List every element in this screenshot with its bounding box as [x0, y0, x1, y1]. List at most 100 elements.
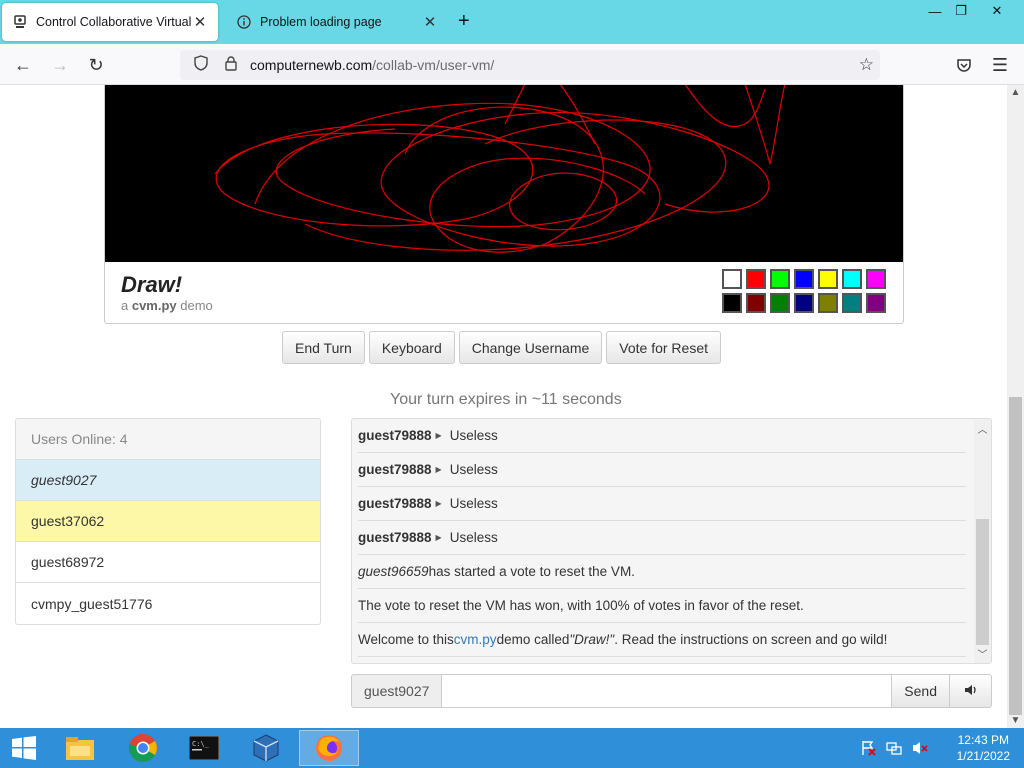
vm-panel: Draw! a cvm.py demo [104, 85, 904, 324]
user-list-item[interactable]: guest68972 [16, 542, 320, 583]
users-panel: Users Online: 4 guest9027 guest37062 gue… [15, 418, 321, 625]
color-swatch[interactable] [746, 293, 766, 313]
svg-text:C:\_: C:\_ [192, 740, 210, 748]
scroll-up-icon[interactable]: ▲ [1007, 87, 1024, 98]
chat-scrollbar[interactable]: ︿ ﹀ [974, 419, 991, 663]
windows-logo-icon [12, 736, 36, 760]
taskbar: C:\_ 12:43 PM 1/21/2022 [0, 728, 1024, 768]
keyboard-button[interactable]: Keyboard [368, 331, 455, 364]
page-scrollbar[interactable]: ▲ ▼ [1007, 85, 1024, 728]
start-button[interactable] [2, 730, 46, 766]
color-swatch[interactable] [770, 269, 790, 289]
system-message-vote-started: guest96659 has started a vote to reset t… [358, 555, 966, 589]
color-swatch[interactable] [818, 293, 838, 313]
chat-input[interactable] [442, 674, 892, 708]
user-list-item[interactable]: guest37062 [16, 501, 320, 542]
color-swatch[interactable] [794, 269, 814, 289]
new-tab-icon[interactable]: + [458, 10, 470, 33]
menu-icon[interactable]: ☰ [987, 52, 1013, 78]
cvm-py-link[interactable]: cvm.py [454, 632, 497, 647]
system-tray [860, 740, 928, 759]
close-window-icon[interactable]: ✕ [982, 0, 1012, 22]
lock-icon[interactable] [220, 55, 242, 75]
color-swatch[interactable] [866, 269, 886, 289]
back-icon[interactable]: ← [10, 52, 36, 78]
restore-icon[interactable]: ❐ [946, 0, 976, 22]
url-bar[interactable]: computernewb.com/collab-vm/user-vm/ ☆ [180, 50, 880, 80]
url-path: /collab-vm/user-vm/ [372, 57, 495, 73]
chat-username: guest79888 [358, 462, 432, 477]
color-swatch[interactable] [842, 293, 862, 313]
terminal-icon[interactable]: C:\_ [174, 730, 234, 766]
chat-text: Useless [449, 462, 498, 477]
close-tab-icon[interactable]: ✕ [422, 13, 438, 31]
color-swatch[interactable] [842, 269, 862, 289]
chat-message: guest79888 ▶ Useless [358, 521, 966, 555]
vm-favicon-icon [12, 14, 28, 30]
send-button[interactable]: Send [891, 674, 950, 708]
scroll-up-icon[interactable]: ︿ [974, 421, 991, 436]
scroll-down-icon[interactable]: ▼ [1007, 715, 1024, 726]
arrow-right-icon: ▶ [435, 499, 442, 508]
firefox-icon[interactable] [299, 730, 359, 766]
users-online-header: Users Online: 4 [16, 419, 320, 460]
chat-panel: guest79888 ▶ Useless guest79888 ▶ Useless gu… [351, 418, 992, 664]
chat-text: Useless [449, 496, 498, 511]
vm-button-row: End Turn Keyboard Change Username Vote f… [282, 331, 721, 364]
reload-icon[interactable]: ↻ [83, 52, 109, 78]
pocket-icon[interactable] [951, 52, 977, 78]
tab-title: Control Collaborative Virtual M [36, 15, 192, 29]
vote-reset-button[interactable]: Vote for Reset [606, 331, 721, 364]
chrome-icon[interactable] [113, 730, 173, 766]
info-icon [236, 14, 252, 30]
vm-screen[interactable] [105, 85, 903, 262]
color-swatch[interactable] [746, 269, 766, 289]
arrow-right-icon: ▶ [435, 465, 442, 474]
change-username-button[interactable]: Change Username [458, 331, 603, 364]
end-turn-button[interactable]: End Turn [282, 331, 365, 364]
color-swatch[interactable] [866, 293, 886, 313]
chat-text: Useless [449, 428, 498, 443]
chat-message: guest79888 ▶ Useless [358, 453, 966, 487]
chat-scroll-thumb[interactable] [976, 519, 989, 645]
vm-title: Draw! [121, 272, 183, 297]
chat-message: guest79888 ▶ Useless [358, 487, 966, 521]
scroll-down-icon[interactable]: ﹀ [974, 646, 991, 661]
chat-username: guest79888 [358, 428, 432, 443]
network-icon[interactable] [886, 740, 902, 759]
chat-input-row: guest9027 Send [351, 674, 992, 708]
vote-username: guest96659 [358, 564, 429, 579]
turn-status: Your turn expires in ~11 seconds [390, 391, 622, 408]
color-swatch[interactable] [818, 269, 838, 289]
action-center-flag-icon[interactable] [860, 740, 876, 759]
chat-message: guest79888 ▶ Useless [358, 419, 966, 453]
virtualbox-icon[interactable] [236, 730, 296, 766]
chat-username: guest79888 [358, 530, 432, 545]
color-swatch[interactable] [722, 293, 742, 313]
file-explorer-icon[interactable] [50, 730, 110, 766]
page-scroll-thumb[interactable] [1009, 397, 1022, 715]
chat-username: guest79888 [358, 496, 432, 511]
color-swatch[interactable] [770, 293, 790, 313]
shield-icon[interactable] [190, 55, 212, 75]
system-message-welcome: Welcome to this cvm.py demo called "Draw… [358, 623, 966, 657]
color-swatch[interactable] [722, 269, 742, 289]
tab-collabvm[interactable]: Control Collaborative Virtual M ✕ [2, 3, 218, 41]
volume-button[interactable] [950, 674, 992, 708]
url-host: computernewb.com [250, 57, 373, 73]
tab-bar: Control Collaborative Virtual M ✕ Proble… [0, 0, 1024, 44]
bookmark-star-icon[interactable]: ☆ [859, 55, 874, 75]
forward-icon[interactable]: → [47, 52, 73, 78]
volume-muted-icon[interactable] [912, 740, 928, 759]
color-palette [722, 269, 890, 313]
color-swatch[interactable] [794, 293, 814, 313]
taskbar-clock[interactable]: 12:43 PM 1/21/2022 [957, 732, 1010, 764]
user-list-item[interactable]: cvmpy_guest51776 [16, 583, 320, 624]
clock-date: 1/21/2022 [956, 749, 1010, 763]
arrow-right-icon: ▶ [435, 431, 442, 440]
navigation-bar: ← → ↻ computernewb.com/collab-vm/user-vm… [0, 44, 1024, 85]
tab-problem-loading[interactable]: Problem loading page ✕ [226, 3, 448, 41]
close-tab-icon[interactable]: ✕ [192, 13, 208, 31]
user-list-item[interactable]: guest9027 [16, 460, 320, 501]
clock-time: 12:43 PM [957, 733, 1009, 747]
